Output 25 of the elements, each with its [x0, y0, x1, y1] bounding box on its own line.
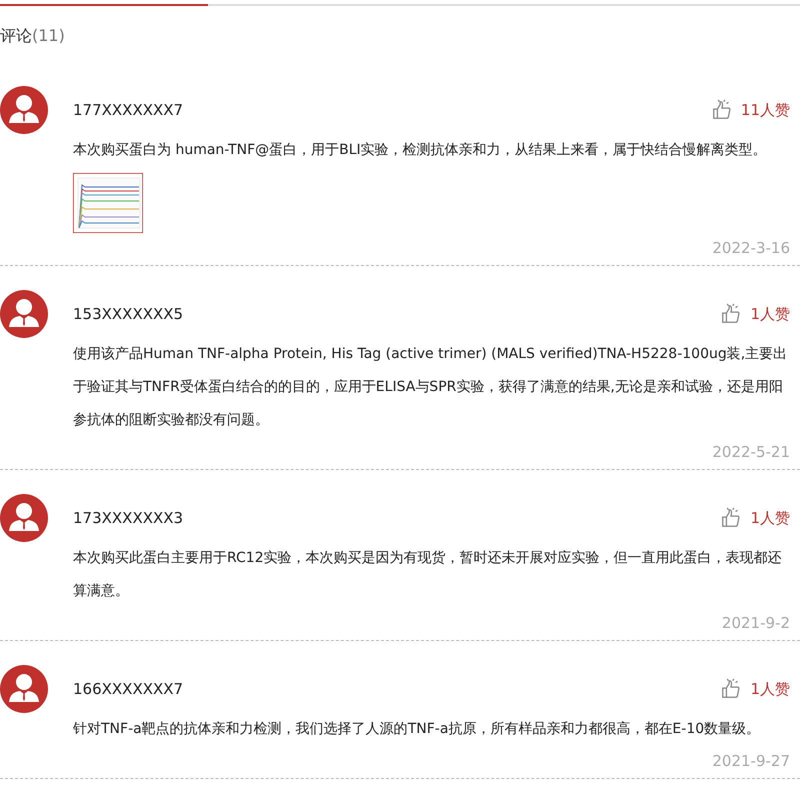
avatar-icon	[0, 290, 48, 338]
comment-date: 2022-5-21	[711, 442, 790, 463]
like-count[interactable]: 11人赞	[740, 100, 790, 120]
like-count[interactable]: 1人赞	[750, 304, 790, 324]
comments-heading: 评论(11)	[0, 25, 65, 47]
thumbs-up-icon[interactable]	[720, 507, 742, 529]
username: 177XXXXXXX7	[73, 101, 184, 119]
comment-text: 使用该产品Human TNF-alpha Protein, His Tag (active trimer) (MALS verified)TNA-H5228-100ug装,主要出于验证其与TNFR受体蛋白结合的的目的，应用于ELISA与SPR实验，获得了满意的结果,无论是亲和试验，还是用阳参抗体的阻断实验都没有问题。	[73, 345, 788, 430]
thumbs-up-icon[interactable]	[710, 99, 733, 121]
username: 173XXXXXXX3	[73, 509, 184, 527]
comment-text: 本次购买此蛋白主要用于RC12实验，本次购买是因为有现货，暂时还未开展对应实验，但一直用此蛋白，表现都还算满意。	[73, 549, 783, 601]
username: 153XXXXXXX5	[73, 305, 184, 323]
comment-date: 2021-9-27	[711, 751, 790, 772]
username: 166XXXXXXX7	[73, 680, 184, 698]
thumbs-up-icon[interactable]	[720, 678, 742, 700]
like-count[interactable]: 1人赞	[750, 508, 790, 528]
thumbs-up-icon[interactable]	[720, 303, 742, 325]
like-count[interactable]: 1人赞	[750, 680, 790, 698]
comment-date: 2021-9-2	[720, 613, 790, 634]
avatar-icon	[0, 665, 48, 713]
avatar-icon	[0, 86, 48, 134]
avatar-icon	[0, 494, 48, 542]
comment-text: 针对TNF-a靶点的抗体亲和力检测，我们选择了人源的TNF-a抗原，所有样品亲和力都很高，都在E-10数量级。	[73, 720, 762, 739]
comment-text: 本次购买蛋白为 human-TNF@蛋白，用于BLI实验，检测抗体亲和力，从结果上来看，属于快结合慢解离类型。	[73, 141, 768, 160]
comment-date: 2022-3-16	[711, 238, 790, 259]
